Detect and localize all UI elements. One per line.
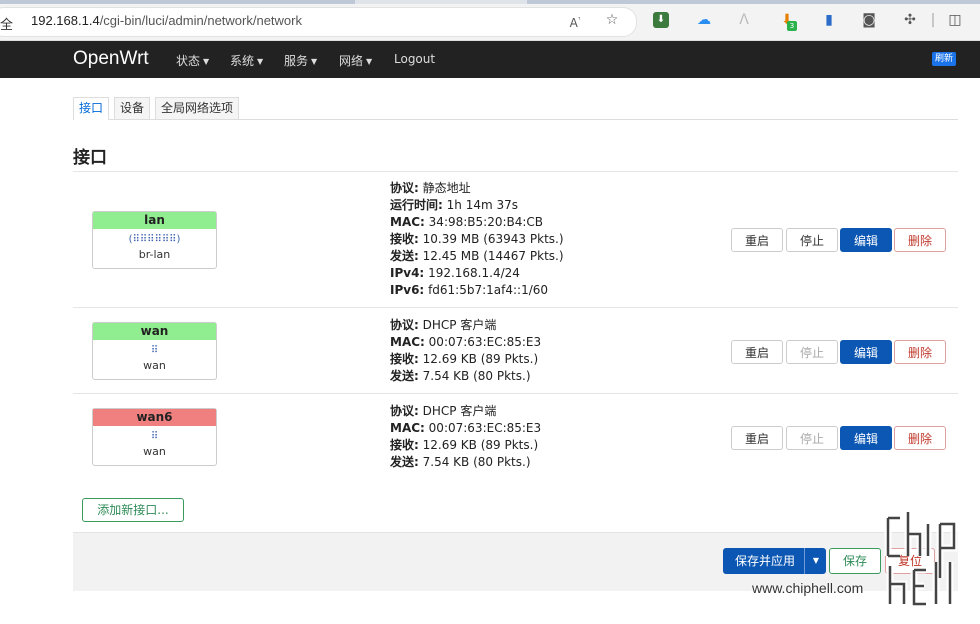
delete-button[interactable]: 删除 [894,228,946,252]
interface-badge-lan[interactable]: lan (⠿⠿⠿⠿⠿⠿) br-lan [92,211,217,269]
page-title: 接口 [73,148,107,168]
watermark-logo [884,512,958,608]
save-button[interactable]: 保存 [829,548,881,574]
interface-name: lan [93,212,216,229]
stop-button[interactable]: 停止 [786,228,838,252]
port-icon: ⠿ [150,431,159,442]
table-row: wan ⠿ wan 协议: DHCP 客户端 MAC: 00:07:63:EC:… [73,307,958,394]
browser-toolbar: 全 192.168.1.4/cgi-bin/luci/admin/network… [0,0,980,41]
port-icon: ⠿ [150,345,159,356]
interface-badge-wan6[interactable]: wan6 ⠿ wan [92,408,217,466]
device-name: wan [143,359,166,372]
menu-network[interactable]: 网络 ▼ [339,52,372,69]
port-icons: (⠿⠿⠿⠿⠿⠿) [128,234,181,245]
extensions-icon[interactable]: ✣ [901,11,919,29]
restart-button[interactable]: 重启 [731,228,783,252]
stop-button[interactable]: 停止 [786,426,838,450]
add-interface-button[interactable]: 添加新接口... [82,498,184,522]
menu-system[interactable]: 系统 ▼ [230,52,263,69]
camera-icon[interactable]: ◙ [860,11,878,29]
toolbar-divider: | [930,12,936,28]
delete-button[interactable]: 删除 [894,426,946,450]
tab-strip [0,0,980,4]
device-name: wan [143,445,166,458]
delete-button[interactable]: 删除 [894,340,946,364]
brand-logo[interactable]: OpenWrt [73,48,149,70]
save-apply-button[interactable]: 保存并应用 ▼ [723,548,826,574]
edit-button[interactable]: 编辑 [840,426,892,450]
interface-info: 协议: DHCP 客户端 MAC: 00:07:63:EC:85:E3 接收: … [390,404,542,469]
split-screen-icon[interactable]: ◫ [946,11,964,29]
favorite-star-icon[interactable]: ☆ [603,11,621,29]
refresh-badge[interactable]: 刷新 [932,52,956,66]
restart-button[interactable]: 重启 [731,426,783,450]
watermark-text: www.chiphell.com [752,580,864,596]
stop-button[interactable]: 停止 [786,340,838,364]
edit-button[interactable]: 编辑 [840,340,892,364]
cloud-icon[interactable]: ☁ [695,11,713,29]
interface-info: 协议: DHCP 客户端 MAC: 00:07:63:EC:85:E3 接收: … [390,318,542,383]
restart-button[interactable]: 重启 [731,340,783,364]
table-row: wan6 ⠿ wan 协议: DHCP 客户端 MAC: 00:07:63:EC… [73,393,958,480]
tab-global-options[interactable]: 全局网络选项 [155,97,240,119]
menu-status[interactable]: 状态 ▼ [176,52,209,69]
openwrt-navbar: OpenWrt 状态 ▼ 系统 ▼ 服务 ▼ 网络 ▼ Logout [0,41,980,78]
address-text[interactable]: 192.168.1.4/cgi-bin/luci/admin/network/n… [31,13,302,28]
read-aloud-icon[interactable]: Aꜛ [566,11,584,30]
tab-bar: 接口 设备 全局网络选项 [73,97,958,120]
interface-info: 协议: 静态地址 运行时间: 1h 14m 37s MAC: 34:98:B5:… [390,181,564,297]
extension-icon[interactable]: Λ [735,11,753,29]
save-apply-dropdown-icon[interactable]: ▼ [804,548,827,574]
interface-badge-wan[interactable]: wan ⠿ wan [92,322,217,380]
security-label[interactable]: 全 [0,14,13,33]
table-row: lan (⠿⠿⠿⠿⠿⠿) br-lan 协议: 静态地址 运行时间: 1h 14… [73,171,958,308]
menu-services[interactable]: 服务 ▼ [284,52,317,69]
extension-icon[interactable]: ⬇ [653,12,669,28]
interface-name: wan [93,323,216,340]
menu-logout[interactable]: Logout [394,52,435,66]
interface-name: wan6 [93,409,216,426]
tab-interfaces[interactable]: 接口 [73,97,110,120]
download-icon[interactable]: ⬇ 3 [778,11,797,31]
edit-button[interactable]: 编辑 [840,228,892,252]
tab-devices[interactable]: 设备 [114,97,151,119]
extension-icon[interactable]: ▮ [820,11,838,29]
device-name: br-lan [138,248,171,261]
